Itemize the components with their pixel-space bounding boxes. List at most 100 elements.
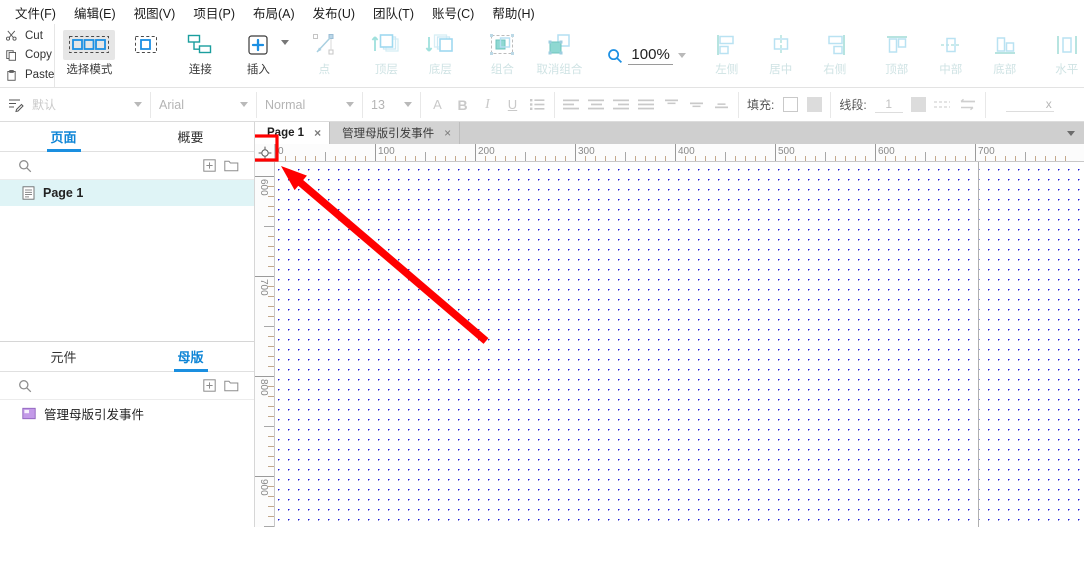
line-dash-style-button[interactable] bbox=[933, 99, 951, 110]
ruler-origin-button[interactable] bbox=[255, 144, 275, 162]
tab-list-dropdown[interactable] bbox=[1058, 122, 1084, 144]
tab-pages[interactable]: 页面 bbox=[0, 122, 127, 151]
connect-button[interactable]: 连接 bbox=[173, 24, 227, 77]
insert-dropdown-caret[interactable] bbox=[281, 39, 290, 45]
align-left-button[interactable]: 左侧 bbox=[700, 24, 754, 77]
doc-tab-master[interactable]: 管理母版引发事件 × bbox=[330, 122, 461, 144]
add-folder-icon[interactable] bbox=[220, 159, 242, 172]
cut-button[interactable]: Cut bbox=[6, 26, 54, 45]
font-weight-dropdown[interactable]: Normal bbox=[257, 88, 362, 121]
page-tree-item[interactable]: Page 1 bbox=[0, 180, 254, 206]
tab-widgets[interactable]: 元件 bbox=[0, 342, 127, 371]
close-icon[interactable]: × bbox=[314, 126, 321, 140]
distribute-horizontal-button[interactable]: 水平 bbox=[1040, 24, 1084, 77]
group-button[interactable]: 组合 bbox=[475, 24, 529, 77]
doc-tab-page1[interactable]: Page 1 × bbox=[255, 122, 331, 144]
underline-button[interactable]: U bbox=[500, 92, 525, 117]
zoom-dropdown-caret[interactable] bbox=[677, 53, 686, 58]
ruler-minor-tick bbox=[465, 156, 466, 161]
align-center-button[interactable]: 居中 bbox=[754, 24, 808, 77]
font-family-caret[interactable] bbox=[240, 102, 248, 107]
text-align-center-button[interactable] bbox=[584, 92, 609, 117]
ungroup-button[interactable]: 取消组合 bbox=[529, 24, 589, 77]
line-color-swatch[interactable] bbox=[910, 97, 926, 112]
ruler-minor-tick bbox=[1015, 156, 1016, 161]
send-to-back-button[interactable]: 底层 bbox=[413, 24, 467, 77]
bold-button[interactable]: B bbox=[450, 92, 475, 117]
font-family-dropdown[interactable]: Arial bbox=[151, 88, 256, 121]
tab-masters[interactable]: 母版 bbox=[127, 342, 254, 371]
zoom-control[interactable]: 100% bbox=[593, 24, 695, 87]
scissors-icon bbox=[6, 30, 18, 41]
bring-to-front-button[interactable]: 顶层 bbox=[359, 24, 413, 77]
font-size-caret[interactable] bbox=[404, 102, 412, 107]
tab-outline[interactable]: 概要 bbox=[127, 122, 254, 151]
add-page-icon[interactable] bbox=[198, 159, 220, 172]
ruler-label: 0 bbox=[278, 146, 284, 157]
font-size-dropdown[interactable]: 13 bbox=[363, 88, 420, 121]
text-align-left-button[interactable] bbox=[559, 92, 584, 117]
font-color-button[interactable]: A bbox=[425, 92, 450, 117]
page-boundary-guide-vertical bbox=[978, 162, 979, 527]
design-canvas[interactable] bbox=[275, 162, 1084, 527]
align-middle-button[interactable]: 中部 bbox=[924, 24, 978, 77]
ruler-minor-tick bbox=[268, 406, 274, 407]
search-icon[interactable] bbox=[14, 159, 36, 173]
ruler-minor-tick bbox=[665, 156, 666, 161]
bullet-list-button[interactable] bbox=[525, 92, 550, 117]
select-single-mode-button[interactable] bbox=[119, 24, 173, 60]
master-tree-item[interactable]: 管理母版引发事件 bbox=[0, 400, 254, 426]
menu-publish[interactable]: 发布(U) bbox=[304, 0, 364, 25]
menu-view[interactable]: 视图(V) bbox=[125, 0, 185, 25]
paste-button[interactable]: Paste bbox=[6, 66, 54, 85]
ruler-minor-tick bbox=[268, 386, 274, 387]
menu-project[interactable]: 项目(P) bbox=[184, 0, 244, 25]
ruler-minor-tick bbox=[535, 156, 536, 161]
italic-button[interactable]: I bbox=[475, 92, 500, 117]
ruler-minor-tick bbox=[285, 156, 286, 161]
close-icon[interactable]: × bbox=[444, 126, 451, 140]
ruler-mid-tick bbox=[1025, 152, 1026, 161]
select-mode-button[interactable]: 选择模式 bbox=[59, 24, 119, 77]
ruler-minor-tick bbox=[268, 296, 274, 297]
ruler-minor-tick bbox=[755, 156, 756, 161]
point-button[interactable]: 点 bbox=[297, 24, 351, 77]
menu-layout[interactable]: 布局(A) bbox=[244, 0, 304, 25]
add-master-folder-icon[interactable] bbox=[220, 379, 242, 392]
ruler-mid-tick bbox=[264, 226, 274, 227]
menu-file[interactable]: 文件(F) bbox=[6, 0, 65, 25]
style-dropdown[interactable]: 默认 bbox=[0, 88, 150, 121]
align-middle-label: 中部 bbox=[939, 64, 963, 76]
menu-team[interactable]: 团队(T) bbox=[364, 0, 423, 25]
horizontal-ruler[interactable]: 0 100 200 300 400 500 600 700 bbox=[275, 144, 1084, 162]
align-right-button[interactable]: 右侧 bbox=[808, 24, 862, 77]
text-align-right-button[interactable] bbox=[609, 92, 634, 117]
align-bottom-button[interactable]: 底部 bbox=[978, 24, 1032, 77]
pages-tree: Page 1 bbox=[0, 180, 254, 341]
valign-middle-button[interactable] bbox=[684, 92, 709, 117]
ruler-minor-tick bbox=[268, 186, 274, 187]
valign-bottom-button[interactable] bbox=[709, 92, 734, 117]
style-edit-icon bbox=[8, 97, 24, 113]
vertical-ruler[interactable]: 600 700 800 900 bbox=[255, 162, 275, 527]
line-arrow-style-button[interactable] bbox=[959, 98, 977, 111]
style-caret[interactable] bbox=[134, 102, 142, 107]
ruler-minor-tick bbox=[555, 156, 556, 161]
menu-edit[interactable]: 编辑(E) bbox=[65, 0, 125, 25]
font-weight-caret[interactable] bbox=[346, 102, 354, 107]
menu-account[interactable]: 账号(C) bbox=[423, 0, 483, 25]
fill-group: 填充: bbox=[739, 88, 830, 121]
fill-gradient-swatch[interactable] bbox=[807, 97, 823, 112]
line-width-input[interactable]: 1 bbox=[874, 97, 903, 113]
masters-search-icon[interactable] bbox=[14, 379, 36, 393]
valign-top-button[interactable] bbox=[659, 92, 684, 117]
insert-button[interactable]: 插入 bbox=[235, 24, 281, 77]
menu-help[interactable]: 帮助(H) bbox=[483, 0, 543, 25]
add-master-icon[interactable] bbox=[198, 379, 220, 392]
text-align-justify-button[interactable] bbox=[634, 92, 659, 117]
fill-color-swatch[interactable] bbox=[783, 97, 799, 112]
copy-button[interactable]: Copy bbox=[6, 46, 54, 65]
x-value-input[interactable]: x bbox=[1005, 97, 1054, 112]
align-top-button[interactable]: 顶部 bbox=[870, 24, 924, 77]
zoom-value[interactable]: 100% bbox=[628, 46, 673, 65]
